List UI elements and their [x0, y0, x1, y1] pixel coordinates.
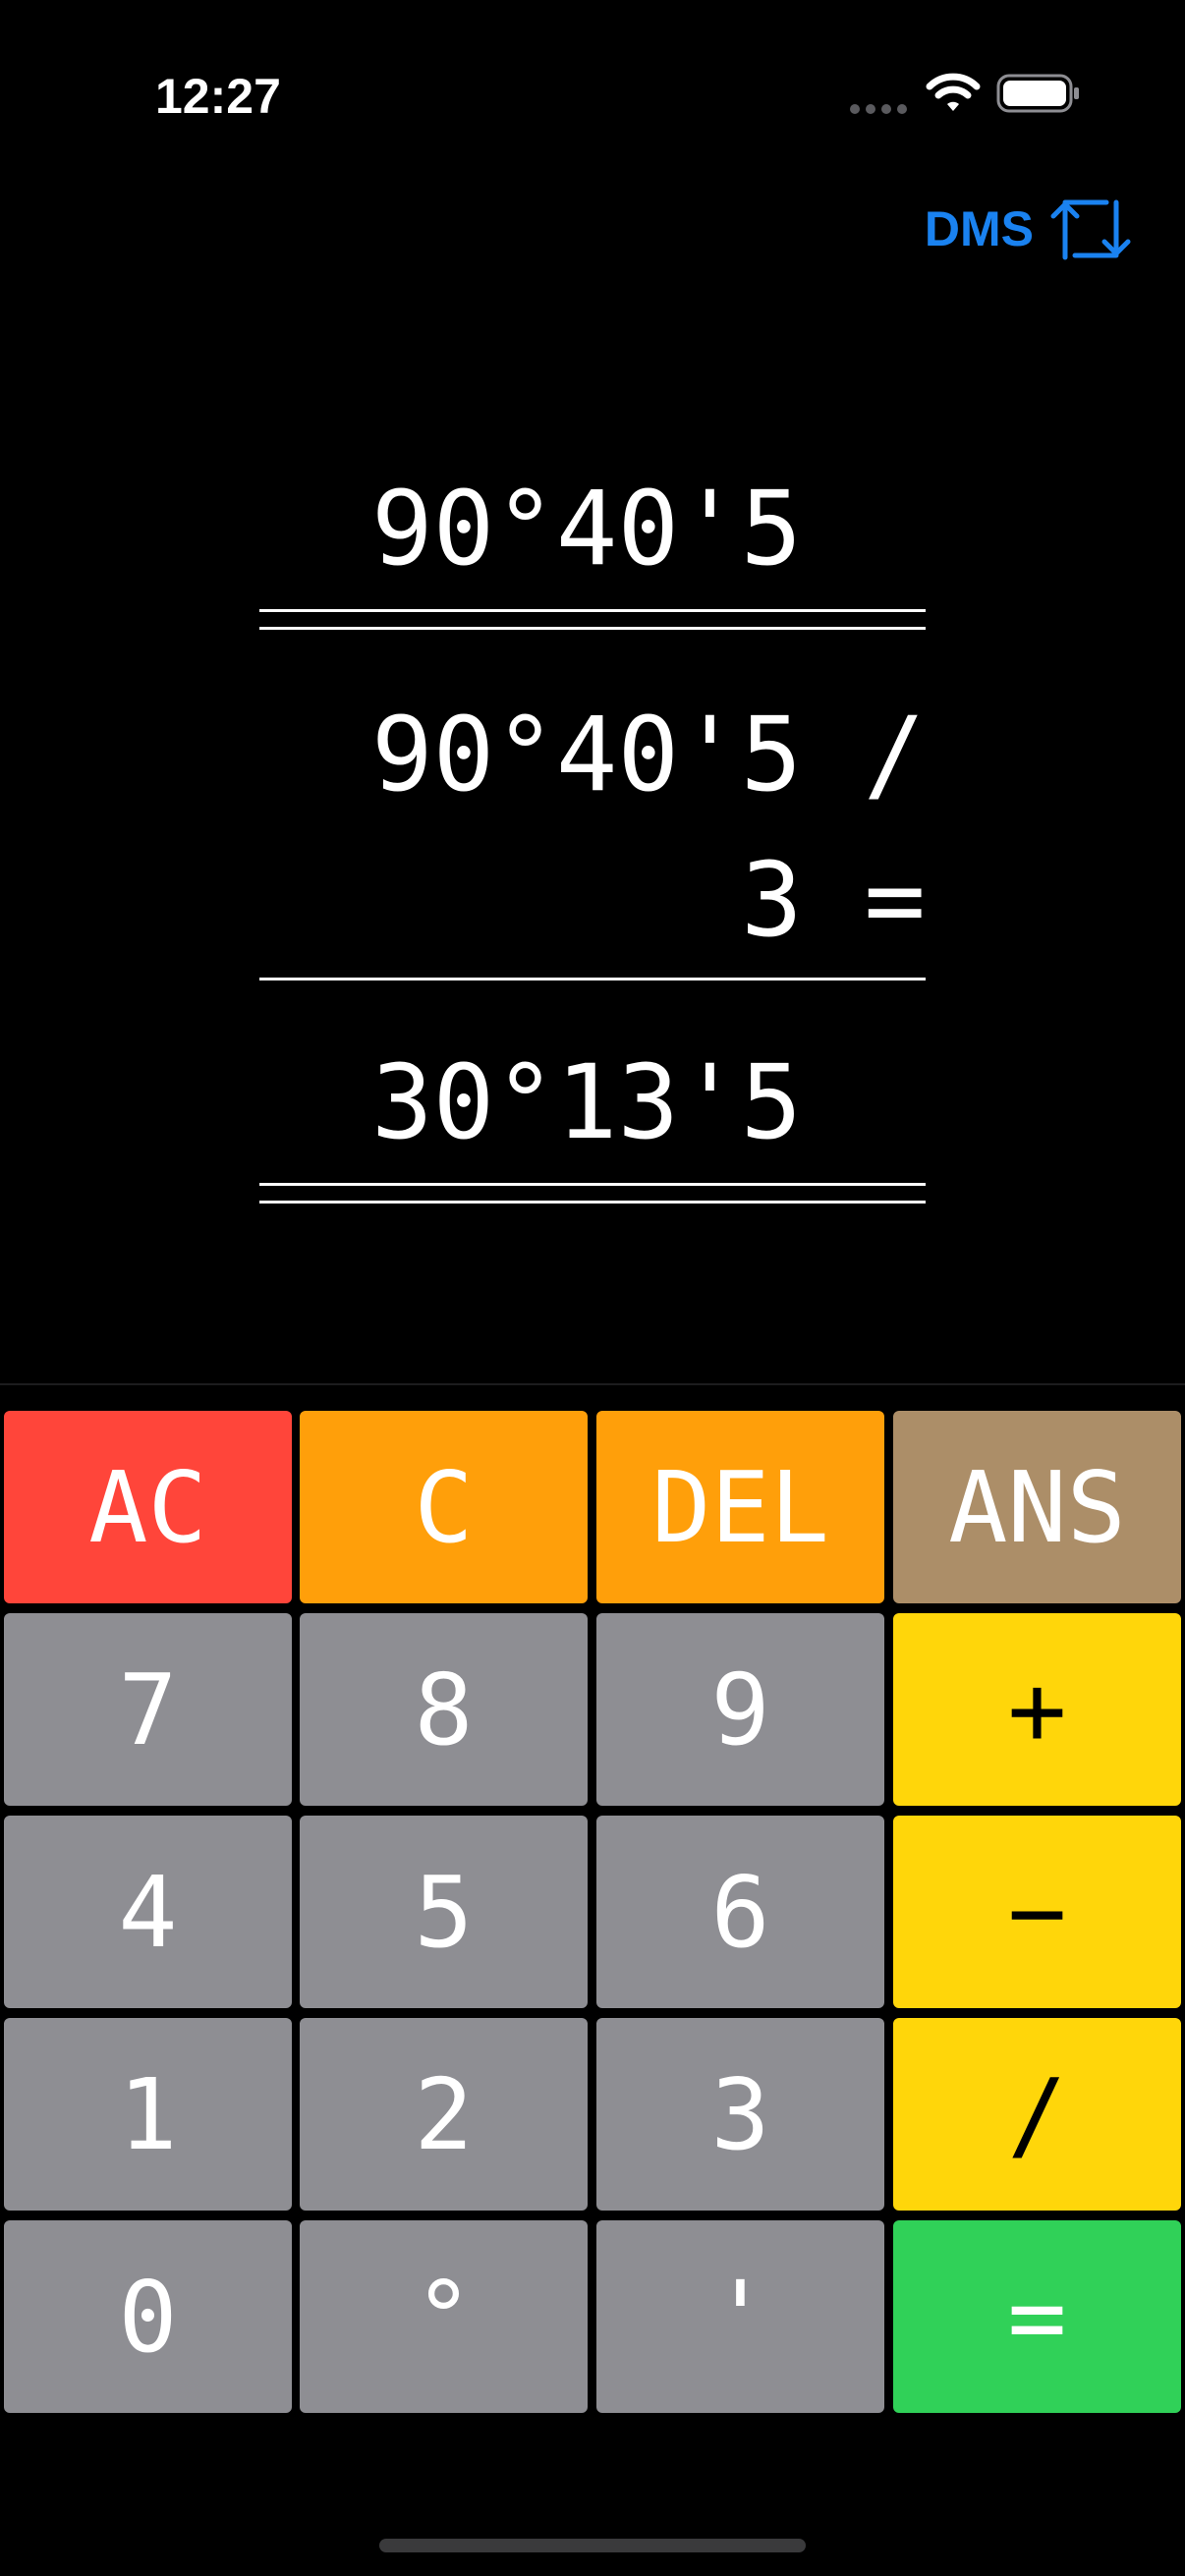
battery-icon [996, 74, 1079, 113]
all-clear-button[interactable]: AC [4, 1411, 292, 1603]
mode-label: DMS [924, 201, 1034, 256]
digit-4-button[interactable]: 4 [4, 1816, 292, 2008]
digit-7-button[interactable]: 7 [4, 1613, 292, 1806]
mode-toggle-button[interactable]: DMS [925, 195, 1132, 263]
home-indicator[interactable] [379, 2539, 806, 2552]
double-rule-bottom-1 [259, 1183, 926, 1186]
digit-5-button[interactable]: 5 [300, 1816, 588, 2008]
expression-line-1: 90°40'5 / [371, 695, 926, 814]
double-rule-bottom-2 [259, 1201, 926, 1204]
swap-arrows-icon [1050, 199, 1131, 260]
minute-button[interactable]: ' [596, 2220, 884, 2413]
digit-3-button[interactable]: 3 [596, 2018, 884, 2211]
digit-9-button[interactable]: 9 [596, 1613, 884, 1806]
previous-answer: 90°40'5 [371, 469, 803, 588]
clear-button[interactable]: C [300, 1411, 588, 1603]
digit-8-button[interactable]: 8 [300, 1613, 588, 1806]
equals-button[interactable]: = [893, 2220, 1181, 2413]
degree-button[interactable]: ° [300, 2220, 588, 2413]
digit-2-button[interactable]: 2 [300, 2018, 588, 2211]
answer-button[interactable]: ANS [893, 1411, 1181, 1603]
expression-rule [259, 978, 926, 980]
add-button[interactable]: + [893, 1613, 1181, 1806]
digit-1-button[interactable]: 1 [4, 2018, 292, 2211]
subtract-button[interactable]: − [893, 1816, 1181, 2008]
result-value: 30°13'5 [371, 1042, 803, 1162]
double-rule-top-1 [259, 609, 926, 612]
digit-0-button[interactable]: 0 [4, 2220, 292, 2413]
expression-line-2: 3 = [741, 840, 926, 960]
double-rule-top-2 [259, 627, 926, 630]
divide-button[interactable]: / [893, 2018, 1181, 2211]
wifi-icon [926, 73, 981, 111]
keypad-divider [0, 1383, 1185, 1385]
digit-6-button[interactable]: 6 [596, 1816, 884, 2008]
delete-button[interactable]: DEL [596, 1411, 884, 1603]
